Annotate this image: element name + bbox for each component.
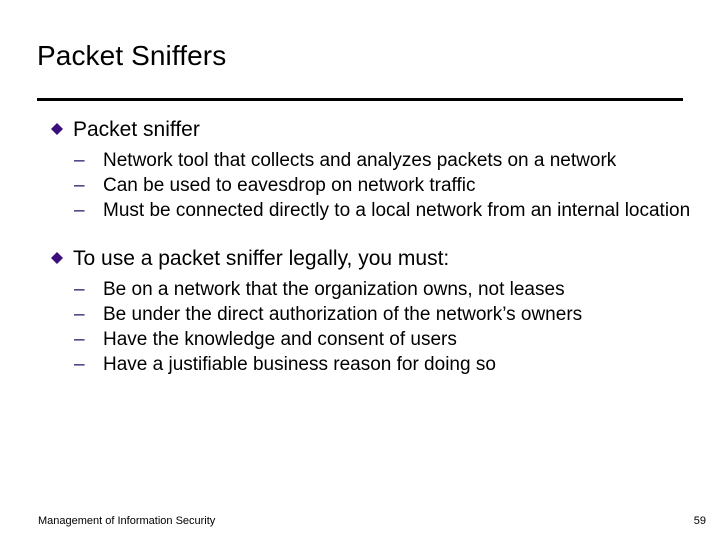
bullet-level2: – Have a justifiable business reason for… <box>0 352 720 377</box>
dash-bullet-icon: – <box>74 175 85 196</box>
bullet-level2-label: Be under the direct authorization of the… <box>103 304 583 325</box>
diamond-bullet-icon <box>51 246 63 264</box>
bullet-level2-label: Must be connected directly to a local ne… <box>103 200 691 221</box>
dash-bullet-icon: – <box>74 304 85 325</box>
bullet-level2-label: Have the knowledge and consent of users <box>103 329 457 350</box>
page-title: Packet Sniffers <box>37 40 227 71</box>
bullet-level2: – Can be used to eavesdrop on network tr… <box>0 173 720 198</box>
dash-bullet-icon: – <box>74 150 85 171</box>
bullet-level2: – Network tool that collects and analyze… <box>0 148 720 173</box>
bullet-level1-label: Packet sniffer <box>73 118 200 141</box>
title-divider <box>37 98 683 101</box>
sublist-2: – Be on a network that the organization … <box>0 277 720 377</box>
sublist-1: – Network tool that collects and analyze… <box>0 148 720 223</box>
bullet-level1: To use a packet sniffer legally, you mus… <box>0 245 720 273</box>
dash-bullet-icon: – <box>74 354 85 375</box>
bullet-level2-label: Have a justifiable business reason for d… <box>103 354 496 375</box>
bullet-level2-label: Can be used to eavesdrop on network traf… <box>103 175 476 196</box>
bullet-level2: – Be under the direct authorization of t… <box>0 302 720 327</box>
bullet-level2-label: Network tool that collects and analyzes … <box>103 150 617 171</box>
footer-text: Management of Information Security <box>38 515 216 527</box>
slide-body: Packet sniffer – Network tool that colle… <box>0 116 720 377</box>
bullet-level2: – Be on a network that the organization … <box>0 277 720 302</box>
bullet-level1: Packet sniffer <box>0 116 720 144</box>
bullet-level2: – Must be connected directly to a local … <box>0 198 720 223</box>
bullet-level2: – Have the knowledge and consent of user… <box>0 327 720 352</box>
dash-bullet-icon: – <box>74 329 85 350</box>
page-number: 59 <box>693 515 706 527</box>
slide: Packet Sniffers Packet sniffer – Network… <box>0 0 720 540</box>
diamond-bullet-icon <box>51 117 63 135</box>
dash-bullet-icon: – <box>74 200 85 221</box>
bullet-level2-label: Be on a network that the organization ow… <box>103 279 565 300</box>
dash-bullet-icon: – <box>74 279 85 300</box>
bullet-level1-label: To use a packet sniffer legally, you mus… <box>73 247 450 270</box>
